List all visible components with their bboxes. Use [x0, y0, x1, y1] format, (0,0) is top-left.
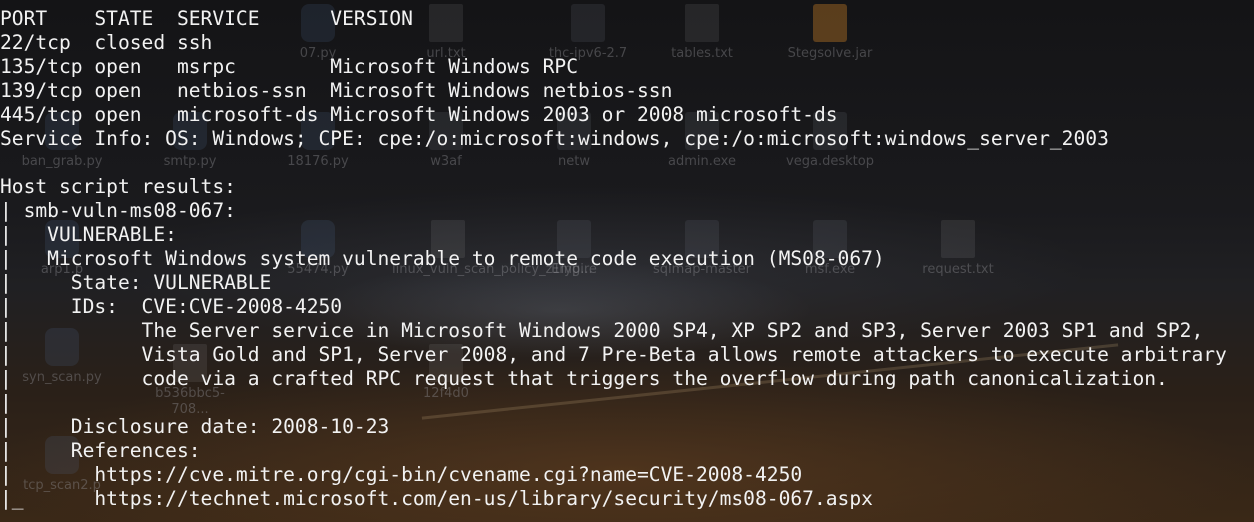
terminal-line: 22/tcp closed ssh	[0, 31, 213, 54]
terminal-line: Host script results:	[0, 175, 236, 198]
terminal-line: 139/tcp open netbios-ssn Microsoft Windo…	[0, 79, 673, 102]
terminal-line: 135/tcp open msrpc Microsoft Windows RPC	[0, 55, 579, 78]
terminal-line: | code via a crafted RPC request that tr…	[0, 367, 1168, 390]
terminal-line: Service Info: OS: Windows; CPE: cpe:/o:m…	[0, 127, 1109, 150]
terminal-line: | The Server service in Microsoft Window…	[0, 319, 1204, 342]
terminal-line: | Disclosure date: 2008-10-23	[0, 415, 390, 438]
terminal-line: 445/tcp open microsoft-ds Microsoft Wind…	[0, 103, 838, 126]
terminal-line: | VULNERABLE:	[0, 223, 177, 246]
terminal-line: PORT STATE SERVICE VERSION	[0, 7, 413, 30]
terminal-output[interactable]: PORT STATE SERVICE VERSION 22/tcp closed …	[0, 0, 1254, 522]
terminal-line: | IDs: CVE:CVE-2008-4250	[0, 295, 343, 318]
terminal-line: | References:	[0, 439, 201, 462]
terminal-line: |_ https://technet.microsoft.com/en-us/l…	[0, 487, 873, 510]
terminal-line: | State: VULNERABLE	[0, 271, 272, 294]
terminal-line: |	[0, 391, 12, 414]
terminal-line: | Microsoft Windows system vulnerable to…	[0, 247, 885, 270]
terminal-line: | Vista Gold and SP1, Server 2008, and 7…	[0, 343, 1227, 366]
terminal-line: | https://cve.mitre.org/cgi-bin/cvename.…	[0, 463, 803, 486]
terminal-line: | smb-vuln-ms08-067:	[0, 199, 236, 222]
